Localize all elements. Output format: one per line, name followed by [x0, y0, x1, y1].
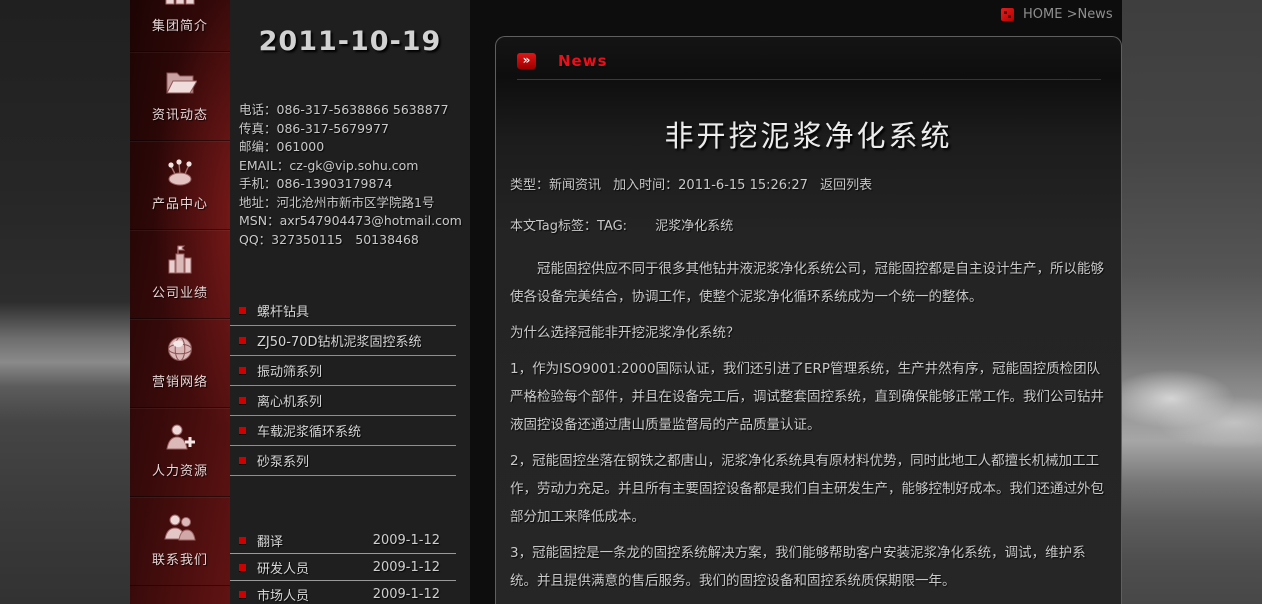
sidebar-item-performance[interactable]: 公司业绩: [130, 230, 230, 319]
content-panel: » News 非开挖泥浆净化系统 类型：新闻资讯 加入时间：2011-6-15 …: [495, 36, 1122, 604]
job-date: 2009-1-12: [373, 533, 456, 548]
job-list-item[interactable]: 市场人员2009-1-12: [230, 581, 456, 604]
section-header: » News: [517, 52, 1121, 70]
sidebar-item-news[interactable]: 资讯动态: [130, 52, 230, 141]
bullet-icon: [239, 367, 246, 374]
article-paragraph: 2，冠能固控坐落在钢铁之都唐山，泥浆净化系统具有原材料优势，同时此地工人都擅长机…: [510, 447, 1107, 531]
sidebar-item-products[interactable]: 产品中心: [130, 141, 230, 230]
job-list-item[interactable]: 研发人员2009-1-12: [230, 554, 456, 581]
article-type: 类型：新闻资讯: [510, 178, 601, 193]
tag-label: 本文Tag标签：TAG:: [510, 219, 627, 234]
contact-line-email: EMAIL：cz-gk@vip.sohu.com: [239, 157, 468, 176]
job-list: 翻译2009-1-12 研发人员2009-1-12 市场人员2009-1-12: [230, 527, 456, 604]
section-divider: [517, 79, 1101, 80]
contact-line-fax: 传真：086-317-5679977: [239, 120, 468, 139]
sidebar-item-group-intro[interactable]: 集团简介: [130, 0, 230, 52]
sidebar-item-label: 联系我们: [152, 549, 208, 568]
tag-link[interactable]: 泥浆净化系统: [655, 219, 733, 234]
job-date: 2009-1-12: [373, 560, 456, 575]
drilling-tools-icon: [163, 151, 197, 191]
job-list-item[interactable]: 翻译2009-1-12: [230, 527, 456, 554]
globe-icon: [164, 329, 196, 369]
product-menu-item[interactable]: 车载泥浆循环系统: [230, 416, 456, 446]
org-chart-icon: [164, 0, 196, 13]
breadcrumb-text[interactable]: HOME >News: [1023, 7, 1113, 22]
bullet-icon: [239, 307, 246, 314]
article-title: 非开挖泥浆净化系统: [510, 113, 1107, 155]
article-body: 冠能固控供应不同于很多其他钻井液泥浆净化系统公司，冠能固控都是自主设计生产，所以…: [510, 255, 1107, 595]
article-paragraph: 1，作为ISO9001:2000国际认证，我们还引进了ERP管理系统，生产井然有…: [510, 355, 1107, 439]
sidebar: 集团简介 资讯动态 产品中心 公司业绩: [130, 0, 230, 604]
bullet-icon: [239, 337, 246, 344]
article-time: 加入时间：2011-6-15 15:26:27: [613, 178, 808, 193]
product-menu-item[interactable]: 振动筛系列: [230, 356, 456, 386]
bullet-icon: [239, 591, 246, 598]
sidebar-item-label: 产品中心: [152, 193, 208, 212]
contact-line-address: 地址：河北沧州市新市区学院路1号: [239, 194, 468, 213]
sidebar-item-marketing[interactable]: 营销网络: [130, 319, 230, 408]
sidebar-items: 集团简介 资讯动态 产品中心 公司业绩: [130, 0, 230, 586]
contact-line-msn: MSN：axr547904473@hotmail.com: [239, 212, 468, 231]
product-menu-item[interactable]: ZJ50-70D钻机泥浆固控系统: [230, 326, 456, 356]
breadcrumb: HOME >News: [1001, 7, 1113, 22]
contact-line-qq: QQ：327350115 50138468: [239, 231, 468, 250]
article-tags: 本文Tag标签：TAG: 泥浆净化系统: [510, 216, 1107, 237]
product-menu: 螺杆钻具 ZJ50-70D钻机泥浆固控系统 振动筛系列 离心机系列 车载泥浆循环…: [230, 296, 456, 476]
contact-info: 电话：086-317-5638866 5638877 传真：086-317-56…: [239, 101, 468, 249]
background-photo-right: [1122, 0, 1262, 604]
article-paragraph: 为什么选择冠能非开挖泥浆净化系统？: [510, 319, 1107, 347]
contact-line-phone: 电话：086-317-5638866 5638877: [239, 101, 468, 120]
product-menu-item[interactable]: 螺杆钻具: [230, 296, 456, 326]
info-column: 2011-10-19 电话：086-317-5638866 5638877 传真…: [230, 0, 470, 604]
section-title: News: [558, 52, 608, 70]
contact-line-zip: 邮编：061000: [239, 138, 468, 157]
home-icon: [1001, 8, 1014, 21]
contact-line-mobile: 手机：086-13903179874: [239, 175, 468, 194]
product-menu-item[interactable]: 离心机系列: [230, 386, 456, 416]
folder-icon: [163, 62, 197, 102]
bullet-icon: [239, 397, 246, 404]
bullet-icon: [239, 457, 246, 464]
article-paragraph: 冠能固控供应不同于很多其他钻井液泥浆净化系统公司，冠能固控都是自主设计生产，所以…: [510, 255, 1107, 311]
sidebar-item-label: 集团简介: [152, 15, 208, 34]
building-icon: [164, 240, 196, 280]
article-meta: 类型：新闻资讯 加入时间：2011-6-15 15:26:27 返回列表: [510, 175, 1107, 196]
person-add-icon: [163, 418, 197, 458]
product-menu-item[interactable]: 砂泵系列: [230, 446, 456, 476]
double-chevron-icon: »: [517, 53, 536, 69]
sidebar-item-label: 资讯动态: [152, 104, 208, 123]
sidebar-item-hr[interactable]: 人力资源: [130, 408, 230, 497]
sidebar-item-label: 人力资源: [152, 460, 208, 479]
sidebar-item-label: 营销网络: [152, 371, 208, 390]
sidebar-item-contact[interactable]: 联系我们: [130, 497, 230, 586]
bullet-icon: [239, 564, 246, 571]
current-date: 2011-10-19: [230, 26, 470, 57]
bullet-icon: [239, 427, 246, 434]
people-icon: [162, 507, 198, 547]
page: 集团简介 资讯动态 产品中心 公司业绩: [0, 0, 1262, 604]
job-date: 2009-1-12: [373, 587, 456, 602]
background-photo-left: [0, 0, 130, 604]
sidebar-item-label: 公司业绩: [152, 282, 208, 301]
bullet-icon: [239, 537, 246, 544]
article-paragraph: 3，冠能固控是一条龙的固控系统解决方案，我们能够帮助客户安装泥浆净化系统，调试，…: [510, 539, 1107, 595]
back-to-list-link[interactable]: 返回列表: [820, 178, 872, 193]
